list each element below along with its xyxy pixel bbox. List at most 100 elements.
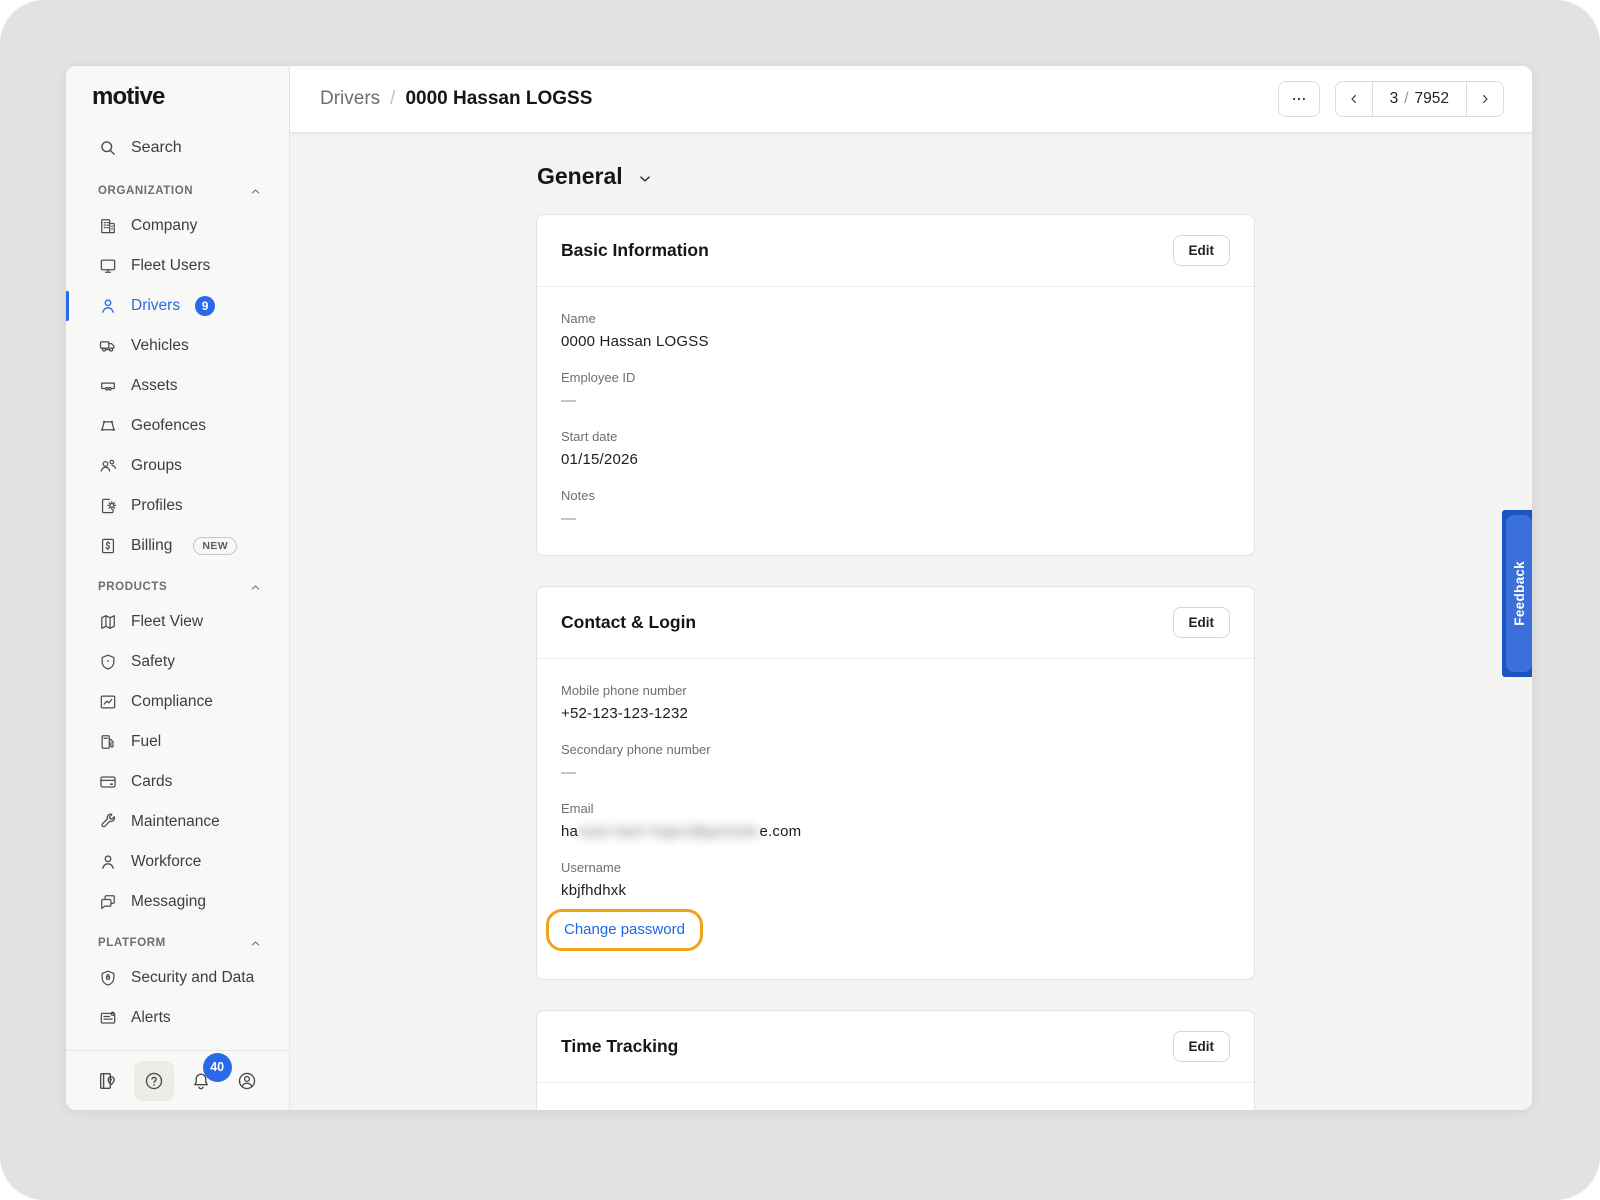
directory-icon [97, 1070, 119, 1092]
sidebar-item-label: Workforce [131, 853, 201, 871]
help-button[interactable] [134, 1061, 174, 1101]
field-employee-id: Employee ID— [561, 370, 1230, 409]
geofences-icon [98, 416, 118, 436]
field-label: Mobile phone number [561, 683, 1230, 698]
sidebar-item-label: Groups [131, 457, 182, 475]
email-visible-prefix: ha [561, 823, 578, 840]
general-section-toggle[interactable]: General [537, 163, 1255, 190]
account-button[interactable] [227, 1061, 267, 1101]
chevron-up-icon [248, 936, 263, 951]
sidebar-item-geofences[interactable]: Geofences [66, 406, 289, 446]
sidebar-item-label: Company [131, 217, 197, 235]
sidebar-item-groups[interactable]: Groups [66, 446, 289, 486]
notifications-button[interactable]: 40 [181, 1061, 221, 1101]
pager-current: 3 [1390, 90, 1399, 108]
sidebar-item-fuel[interactable]: Fuel [66, 722, 289, 762]
field-value: kbjfhdhxk [561, 882, 1230, 899]
sidebar-item-profiles[interactable]: Profiles [66, 486, 289, 526]
sidebar-item-compliance[interactable]: Compliance [66, 682, 289, 722]
new-pill: NEW [193, 537, 237, 555]
edit-contact-login-button[interactable]: Edit [1173, 607, 1231, 638]
fleet-users-icon [98, 256, 118, 276]
edit-time-tracking-button[interactable]: Edit [1173, 1031, 1231, 1062]
help-icon [143, 1070, 165, 1092]
sidebar-item-safety[interactable]: Safety [66, 642, 289, 682]
field-username: Username kbjfhdhxk [561, 860, 1230, 899]
sidebar-item-maintenance[interactable]: Maintenance [66, 802, 289, 842]
card-title: Basic Information [561, 240, 709, 261]
compliance-icon [98, 692, 118, 712]
company-icon [98, 216, 118, 236]
field-value: 0000 Hassan LOGSS [561, 333, 1230, 350]
breadcrumb-drivers-link[interactable]: Drivers [320, 88, 380, 110]
prev-record-button[interactable] [1336, 82, 1372, 116]
groups-icon [98, 456, 118, 476]
sidebar-item-messaging[interactable]: Messaging [66, 882, 289, 922]
messaging-icon [98, 892, 118, 912]
billing-icon [98, 536, 118, 556]
time-tracking-description: Logs are used to keep drivers compliant … [561, 1107, 1223, 1110]
sidebar-item-vehicles[interactable]: Vehicles [66, 326, 289, 366]
sidebar-item-workforce[interactable]: Workforce [66, 842, 289, 882]
sidebar-item-label: Cards [131, 773, 172, 791]
field-value: — [561, 392, 1230, 409]
sidebar-item-label: Security and Data [131, 969, 254, 987]
field-label: Name [561, 311, 1230, 326]
field-value: 01/15/2026 [561, 451, 1230, 468]
time-tracking-card: Time Tracking Edit Logs are used to keep… [536, 1010, 1255, 1110]
cards-icon [98, 772, 118, 792]
sidebar-item-alerts[interactable]: Alerts [66, 998, 289, 1038]
field-label: Username [561, 860, 1230, 875]
more-options-button[interactable] [1278, 81, 1320, 117]
sidebar-section-platform[interactable]: PLATFORM [66, 922, 289, 958]
sidebar-section-organization[interactable]: ORGANIZATION [66, 170, 289, 206]
chevron-up-icon [248, 184, 263, 199]
sidebar-item-billing[interactable]: BillingNEW [66, 526, 289, 566]
field-label: Email [561, 801, 1230, 816]
field-mobile-phone-number: Mobile phone number +52-123-123-1232 [561, 683, 1230, 722]
field-label: Start date [561, 429, 1230, 444]
basic-information-card: Basic Information Edit Name 0000 Hassan L… [536, 214, 1255, 556]
drivers-count-badge: 9 [195, 296, 215, 316]
sidebar-item-label: Maintenance [131, 813, 220, 831]
sidebar-item-label: Vehicles [131, 337, 189, 355]
sidebar-item-assets[interactable]: Assets [66, 366, 289, 406]
sidebar-footer: 40 [66, 1050, 289, 1110]
change-password-highlight: Change password [546, 909, 703, 951]
vehicles-icon [98, 336, 118, 356]
sidebar-section-products[interactable]: PRODUCTS [66, 566, 289, 602]
record-pager: 3 / 7952 [1335, 81, 1504, 117]
topbar-actions: 3 / 7952 [1278, 81, 1504, 117]
page-section-title: General [537, 163, 623, 190]
sidebar-item-security-and-data[interactable]: Security and Data [66, 958, 289, 998]
sidebar-item-fleet-users[interactable]: Fleet Users [66, 246, 289, 286]
assets-icon [98, 376, 118, 396]
field-value: — [561, 510, 1230, 527]
sidebar-item-drivers[interactable]: Drivers 9 [66, 286, 289, 326]
field-secondary-phone-number: Secondary phone number— [561, 742, 1230, 781]
sidebar-item-company[interactable]: Company [66, 206, 289, 246]
sidebar-item-label: Alerts [131, 1009, 171, 1027]
directory-button[interactable] [88, 1061, 128, 1101]
field-email: Emailhassan.tasir+logs1@gomotive.com [561, 801, 1230, 840]
pager-total: 7952 [1415, 90, 1449, 108]
sidebar-item-fleet-view[interactable]: Fleet View [66, 602, 289, 642]
sidebar-section-label: PLATFORM [98, 937, 166, 949]
fleet-view-icon [98, 612, 118, 632]
field-name: Name 0000 Hassan LOGSS [561, 311, 1230, 350]
chevron-right-icon [1477, 91, 1493, 107]
email-blurred-segment: ssan.tasir+logs1@gomotiv [578, 823, 759, 840]
pager-separator: / [1404, 90, 1408, 108]
sidebar-item-search[interactable]: Search [66, 126, 289, 170]
sidebar-item-cards[interactable]: Cards [66, 762, 289, 802]
sidebar-item-label: Messaging [131, 893, 206, 911]
feedback-tab[interactable]: Feedback [1502, 510, 1532, 677]
next-record-button[interactable] [1467, 82, 1503, 116]
field-value: +52-123-123-1232 [561, 705, 1230, 722]
field-notes: Notes— [561, 488, 1230, 527]
sidebar-item-label: Drivers [131, 297, 180, 315]
field-value: — [561, 764, 1230, 781]
change-password-link[interactable]: Change password [564, 921, 685, 938]
contact-login-card: Contact & Login Edit Mobile phone number… [536, 586, 1255, 980]
edit-basic-information-button[interactable]: Edit [1173, 235, 1231, 266]
